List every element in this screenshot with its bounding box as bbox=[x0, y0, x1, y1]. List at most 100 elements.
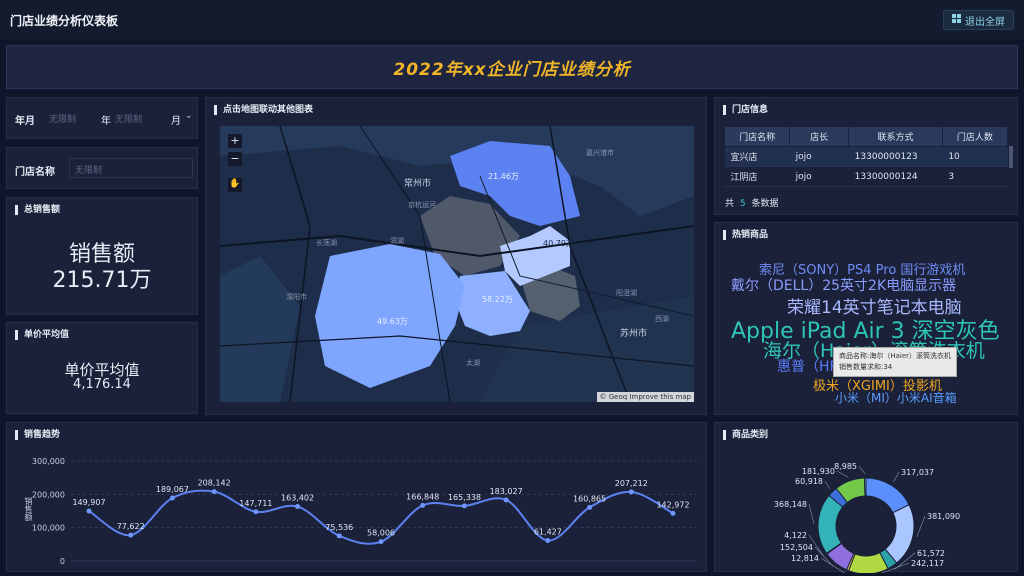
data-label: 61,427 bbox=[534, 528, 562, 537]
data-label: 77,622 bbox=[117, 522, 145, 531]
top-bar bbox=[0, 0, 1024, 40]
word-cloud-item[interactable]: 戴尔（DELL）25英寸2K电脑显示器 bbox=[731, 275, 956, 295]
store-info-title: 门店信息 bbox=[723, 105, 768, 115]
place-label: 京杭运河 bbox=[408, 201, 436, 209]
column-header[interactable]: 门店人数 bbox=[941, 126, 1009, 147]
slice-label: 60,918 bbox=[795, 477, 823, 486]
table-row[interactable]: 江阴店 jojo 13300000124 3 bbox=[724, 166, 1008, 187]
slice-label: 152,504 bbox=[780, 543, 813, 552]
table-cell: 13300000124 bbox=[848, 166, 943, 187]
year-select[interactable]: 无限制 bbox=[49, 112, 76, 125]
exit-fullscreen-label: 退出全屏 bbox=[965, 16, 1005, 28]
avg-price-card: 单价平均值 单价平均值 4,176.14 bbox=[6, 322, 198, 414]
table-scrollbar[interactable] bbox=[1009, 146, 1013, 168]
avg-price-value: 4,176.14 bbox=[73, 377, 131, 392]
column-header[interactable]: 店长 bbox=[789, 126, 850, 147]
store-table: 门店名称 店长 联系方式 门店人数 宜兴店 jojo 13300000123 1… bbox=[723, 126, 1009, 187]
word-cloud-tooltip: 商品名称:海尔（Haier）滚筒洗衣机 销售数量求和:34 bbox=[833, 347, 958, 377]
store-select[interactable]: 无限制 bbox=[75, 163, 102, 176]
avg-price-title: 单价平均值 bbox=[15, 330, 69, 340]
donut-slice bbox=[863, 477, 867, 497]
data-label: 165,338 bbox=[448, 493, 481, 502]
table-cell: 宜兴店 bbox=[724, 146, 790, 167]
trend-point bbox=[336, 533, 342, 539]
trend-point bbox=[587, 504, 593, 510]
region-label: 58.22万 bbox=[482, 295, 513, 304]
map-title: 点击地图联动其他图表 bbox=[214, 105, 313, 115]
label-leader bbox=[858, 465, 866, 475]
place-label: 苏州市 bbox=[620, 329, 648, 339]
store-label: 门店名称 bbox=[15, 167, 55, 178]
trend-point bbox=[253, 509, 259, 515]
slice-label: 317,037 bbox=[901, 468, 934, 477]
total-sales-title: 总销售额 bbox=[15, 205, 60, 215]
label-leader bbox=[916, 515, 926, 537]
data-label: 147,711 bbox=[239, 499, 272, 508]
table-cell: jojo bbox=[789, 166, 849, 187]
trend-point bbox=[628, 489, 634, 495]
slice-label: 4,122 bbox=[784, 531, 807, 540]
place-label: 常州市 bbox=[404, 179, 432, 189]
y-tick-label: 100,000 bbox=[32, 524, 65, 533]
trend-point bbox=[169, 495, 175, 501]
hot-products-title: 热销商品 bbox=[723, 230, 768, 240]
sales-trend-panel: 销售趋势 销售额 300,000 200,000 100,000 0 149,907 77… bbox=[6, 422, 707, 572]
region-label: 21.46万 bbox=[488, 172, 519, 181]
table-cell: jojo bbox=[789, 146, 849, 167]
data-label: 207,212 bbox=[615, 479, 648, 488]
data-label: 163,402 bbox=[281, 494, 314, 503]
place-label: 西湖 bbox=[655, 315, 669, 323]
hand-icon[interactable]: ✋ bbox=[228, 178, 242, 192]
trend-point bbox=[128, 532, 134, 538]
month-unit: 月 bbox=[171, 116, 181, 127]
total-sales-value: 215.71万 bbox=[52, 268, 152, 293]
data-label: 75,536 bbox=[325, 523, 353, 532]
table-cell: 江阴店 bbox=[724, 166, 790, 187]
app-title: 门店业绩分析仪表板 bbox=[10, 14, 119, 28]
map-canvas[interactable]: 21.46万 40.79万 58.22万 49.63万 常州市 苏州市 嘉兴港市… bbox=[220, 126, 694, 402]
region-label: 40.79万 bbox=[543, 239, 574, 248]
label-leader bbox=[893, 471, 900, 482]
slice-label: 8,985 bbox=[834, 462, 857, 471]
trend-point bbox=[420, 502, 426, 508]
y-tick-label: 200,000 bbox=[32, 490, 65, 499]
month-select[interactable]: 无限制 bbox=[115, 112, 142, 125]
y-tick-label: 300,000 bbox=[32, 457, 65, 466]
map-panel: 点击地图联动其他图表 21.46万 40.79万 58.22万 49.63万 常… bbox=[205, 97, 707, 415]
label-leader bbox=[836, 470, 849, 478]
label-leader bbox=[808, 503, 815, 524]
word-cloud-item[interactable]: 小米（MI）小米AI音箱 bbox=[835, 389, 957, 406]
data-label: 142,972 bbox=[656, 500, 689, 509]
data-label: 149,907 bbox=[72, 498, 105, 507]
place-label: 太湖 bbox=[466, 359, 480, 367]
column-header[interactable]: 联系方式 bbox=[848, 126, 943, 147]
zoom-in-button[interactable]: + bbox=[228, 134, 242, 148]
table-cell: 3 bbox=[942, 166, 1008, 187]
table-header-row: 门店名称 店长 联系方式 门店人数 bbox=[723, 126, 1009, 147]
slice-label: 181,930 bbox=[802, 467, 835, 476]
banner: 2022年xx企业门店业绩分析 bbox=[6, 45, 1018, 89]
column-header[interactable]: 门店名称 bbox=[723, 126, 791, 147]
category-donut-chart: 317,037 381,090 61,572242,117 12,814 152,504… bbox=[774, 462, 960, 573]
trend-point bbox=[86, 508, 92, 514]
store-filter: 门店名称 无限制 bbox=[6, 147, 198, 189]
table-cell: 10 bbox=[942, 146, 1008, 167]
place-label: 滆湖 bbox=[390, 237, 404, 245]
place-label: 嘉兴港市 bbox=[586, 149, 614, 157]
data-label: 183,027 bbox=[490, 487, 523, 496]
exit-fullscreen-button[interactable]: 退出全屏 bbox=[943, 10, 1014, 30]
hot-products-panel: 热销商品 索尼（SONY）PS4 Pro 国行游戏机 戴尔（DELL）25英寸2… bbox=[714, 222, 1018, 415]
year-month-filter: 年月 无限制 年 无限制 月 ⌄ bbox=[6, 97, 198, 139]
place-label: 溧阳市 bbox=[286, 293, 307, 301]
slice-label: 381,090 bbox=[927, 512, 960, 521]
zoom-out-button[interactable]: − bbox=[228, 152, 242, 166]
total-sales-card: 总销售额 销售额 215.71万 bbox=[6, 197, 198, 315]
data-label: 208,142 bbox=[198, 479, 231, 488]
chevron-down-icon[interactable]: ⌄ bbox=[185, 111, 193, 121]
map-attribution[interactable]: © Geoq Improve this map bbox=[596, 392, 694, 402]
store-info-panel: 门店信息 门店名称 店长 联系方式 门店人数 宜兴店 jojo 13300000… bbox=[714, 97, 1018, 215]
slice-label: 61,572 bbox=[917, 549, 945, 558]
slice-label: 12,814 bbox=[791, 554, 819, 563]
table-row[interactable]: 宜兴店 jojo 13300000123 10 bbox=[724, 146, 1008, 167]
trend-point bbox=[295, 504, 301, 510]
